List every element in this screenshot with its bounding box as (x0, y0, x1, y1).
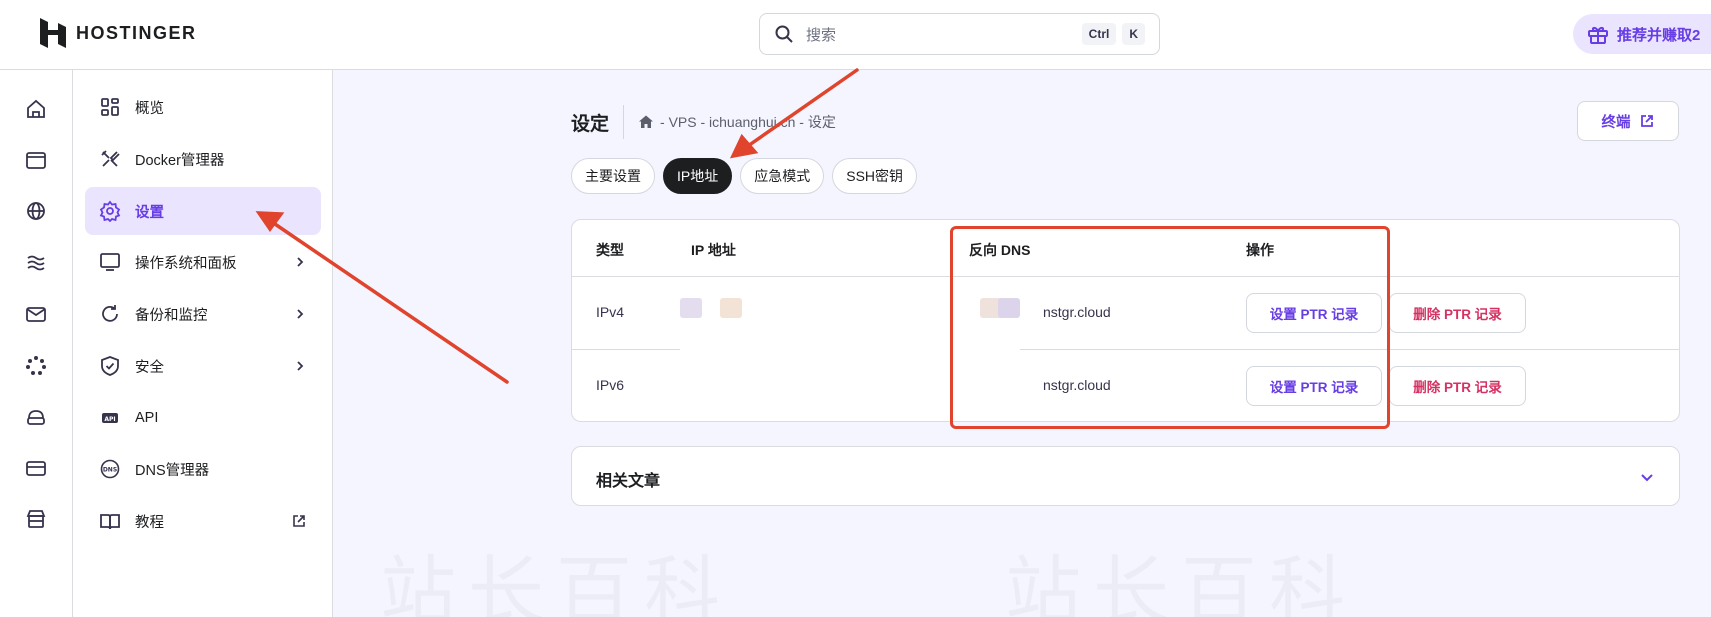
tab-emergency-mode[interactable]: 应急模式 (740, 158, 825, 194)
sidebar-item-label: DNS管理器 (135, 462, 210, 479)
sidebar-item-tutorials[interactable]: 教程 (85, 497, 321, 545)
search-placeholder: 搜索 (806, 26, 837, 44)
tab-ip-address[interactable]: IP地址 (663, 158, 733, 194)
sidebar-item-backup[interactable]: 备份和监控 (85, 290, 321, 338)
svg-text:API: API (104, 416, 115, 423)
monitor-icon (100, 253, 120, 271)
sidebar-item-os-panel[interactable]: 操作系统和面板 (85, 238, 321, 286)
delete-ptr-button[interactable]: 删除 PTR 记录 (1389, 293, 1526, 333)
column-ip: IP 地址 (691, 242, 736, 258)
set-ptr-button[interactable]: 设置 PTR 记录 (1246, 366, 1382, 406)
store-icon[interactable] (23, 506, 49, 532)
watermark: 站长百科 (380, 530, 732, 617)
settings-tabs: 主要设置 IP地址 应急模式 SSH密钥 (571, 158, 918, 194)
top-header: HOSTINGER 搜索 Ctrl K 推荐并赚取2 (0, 0, 1711, 70)
reverse-dns: nstgr.cloud (1043, 304, 1111, 320)
chevron-right-icon (297, 309, 304, 319)
breadcrumb-text: - VPS - ichuanghui.cn - 设定 (660, 114, 836, 130)
overview-grid-icon (101, 98, 119, 116)
sidebar-item-dns[interactable]: DNS DNS管理器 (85, 445, 321, 493)
column-actions: 操作 (1246, 242, 1274, 258)
column-reverse-dns: 反向 DNS (969, 242, 1031, 258)
refresh-icon (102, 305, 118, 322)
loading-icon[interactable] (23, 353, 49, 379)
api-icon: API (102, 413, 118, 423)
breadcrumb: - VPS - ichuanghui.cn - 设定 (638, 112, 836, 132)
tab-main-settings[interactable]: 主要设置 (571, 158, 655, 194)
sidebar-item-label: 备份和监控 (135, 307, 208, 324)
chevron-right-icon (297, 361, 304, 371)
shortcut-k: K (1122, 23, 1145, 45)
credit-card-icon[interactable] (23, 455, 49, 481)
sidebar-item-label: 安全 (135, 359, 164, 376)
sidebar-item-label: 操作系统和面板 (135, 255, 237, 272)
gift-icon (1588, 27, 1608, 44)
column-type: 类型 (596, 242, 624, 258)
table-header: 类型 IP 地址 反向 DNS 操作 (572, 220, 1679, 277)
mail-icon[interactable] (23, 301, 49, 327)
globe-icon[interactable] (23, 198, 49, 224)
sidebar-item-label: API (135, 410, 159, 426)
watermark: 站长百科 (1005, 530, 1357, 617)
cloud-server-icon[interactable] (23, 404, 49, 430)
ip-type: IPv6 (596, 377, 625, 393)
shortcut-ctrl: Ctrl (1081, 23, 1117, 45)
page-title: 设定 (571, 113, 610, 135)
sidebar-item-label: 设置 (135, 204, 164, 221)
book-icon (100, 514, 120, 530)
search-input[interactable]: 搜索 Ctrl K (759, 13, 1160, 55)
reverse-dns: nstgr.cloud (1043, 377, 1111, 393)
home-icon[interactable] (638, 114, 654, 130)
redaction-mask (680, 320, 1020, 355)
hostinger-logo-icon (40, 18, 66, 48)
ip-type: IPv4 (596, 304, 625, 320)
icon-rail (0, 70, 73, 617)
related-articles-accordion[interactable]: 相关文章 (571, 446, 1680, 506)
external-link-icon (293, 515, 305, 527)
sidebar-item-overview[interactable]: 概览 (85, 83, 321, 131)
sidebar-item-label: 概览 (135, 100, 164, 117)
table-row: IPv6 nstgr.cloud 设置 PTR 记录 删除 PTR 记录 (572, 350, 1679, 423)
sidebar-item-label: 教程 (135, 514, 164, 531)
page-header: 设定 - VPS - ichuanghui.cn - 设定 (571, 104, 836, 140)
sidebar-item-label: Docker管理器 (135, 152, 225, 169)
chevron-right-icon (297, 257, 304, 267)
sidebar-item-security[interactable]: 安全 (85, 342, 321, 390)
home-icon[interactable] (23, 96, 49, 122)
ip-address-table: 类型 IP 地址 反向 DNS 操作 IPv4 nstgr.cloud 设置 P… (571, 219, 1680, 422)
tab-ssh-keys[interactable]: SSH密钥 (832, 158, 918, 194)
redacted-ip (720, 298, 742, 318)
redacted-dns (998, 298, 1020, 318)
terminal-label: 终端 (1601, 114, 1631, 131)
brand-name: HOSTINGER (76, 22, 197, 43)
terminal-button[interactable]: 终端 (1577, 101, 1679, 141)
layers-icon[interactable] (23, 250, 49, 276)
vps-sidebar: 概览 Docker管理器 设置 操作系统和面板 备份和监控 安全 API API… (73, 70, 333, 617)
divider (623, 105, 625, 139)
sidebar-item-docker[interactable]: Docker管理器 (85, 135, 321, 183)
dns-icon: DNS (100, 459, 120, 479)
gear-icon (99, 200, 121, 222)
svg-text:DNS: DNS (103, 467, 117, 474)
tools-icon (101, 150, 120, 167)
external-link-icon (1640, 115, 1653, 127)
chevron-down-icon (1641, 474, 1653, 482)
related-articles-title: 相关文章 (596, 473, 661, 490)
sidebar-item-api[interactable]: API API (85, 394, 321, 442)
set-ptr-button[interactable]: 设置 PTR 记录 (1246, 293, 1382, 333)
search-icon (775, 25, 793, 43)
delete-ptr-button[interactable]: 删除 PTR 记录 (1389, 366, 1526, 406)
redacted-ip (680, 298, 702, 318)
refer-and-earn-button[interactable]: 推荐并赚取2 (1573, 14, 1711, 54)
refer-label: 推荐并赚取2 (1617, 26, 1701, 44)
sidebar-item-settings[interactable]: 设置 (85, 187, 321, 235)
hostinger-logo[interactable]: HOSTINGER (40, 18, 197, 48)
shield-icon (101, 356, 119, 376)
browser-window-icon[interactable] (23, 147, 49, 173)
